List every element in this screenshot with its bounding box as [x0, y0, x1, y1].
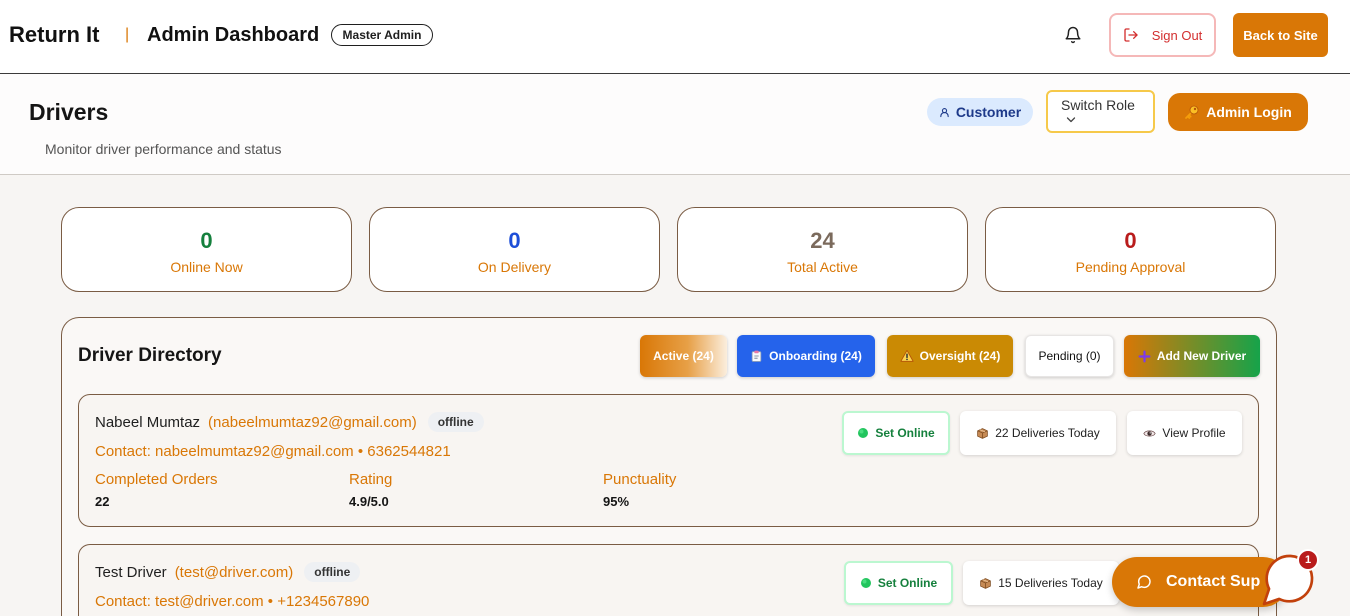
chat-icon: [1137, 575, 1151, 589]
deliveries-today-button[interactable]: 22 Deliveries Today: [960, 411, 1116, 455]
metric-completed-orders: Completed Orders 22: [95, 471, 218, 510]
driver-header: Nabeel Mumtaz (nabeelmumtaz92@gmail.com)…: [95, 411, 484, 433]
switch-role-label: Switch Role: [1061, 97, 1135, 113]
role-badge: Master Admin: [331, 24, 433, 46]
metric-punctuality: Punctuality 95%: [603, 471, 676, 510]
deliveries-today-label: 22 Deliveries Today: [995, 426, 1100, 440]
metric-label: Completed Orders: [95, 471, 218, 488]
unread-badge: 1: [1297, 549, 1319, 571]
filter-label: Pending (0): [1038, 349, 1101, 363]
admin-login-label: Admin Login: [1206, 104, 1292, 120]
filter-label: Active (24): [653, 349, 714, 363]
clipboard-icon: [751, 350, 762, 362]
driver-contact: Contact: nabeelmumtaz92@gmail.com • 6362…: [95, 443, 451, 460]
stat-label: Pending Approval: [1075, 259, 1186, 275]
stat-label: On Delivery: [477, 259, 552, 275]
sign-out-label: Sign Out: [1151, 27, 1203, 43]
contact-support-label: Contact Sup: [1166, 573, 1261, 590]
view-profile-button[interactable]: View Profile: [1127, 411, 1242, 455]
stat-value: 24: [810, 228, 835, 253]
add-new-driver-button[interactable]: Add New Driver: [1124, 335, 1260, 377]
back-to-site-label: Back to Site: [1243, 27, 1318, 43]
deliveries-today-label: 15 Deliveries Today: [998, 576, 1103, 590]
stat-card-total-active: 24 Total Active: [677, 207, 968, 292]
stat-value: 0: [200, 228, 213, 253]
status-badge: offline: [427, 412, 484, 432]
stat-value: 0: [1124, 228, 1137, 253]
directory-title: Driver Directory: [78, 345, 222, 366]
chevron-down-icon: [1066, 117, 1076, 123]
admin-drivers-screen: Return It | Admin Dashboard Master Admin…: [0, 0, 1350, 616]
filter-onboarding[interactable]: Onboarding (24): [737, 335, 875, 377]
status-badge: offline: [304, 562, 361, 582]
sign-out-icon: [1124, 28, 1138, 42]
driver-name: Nabeel Mumtaz: [95, 413, 201, 431]
deliveries-today-button[interactable]: 15 Deliveries Today: [963, 561, 1119, 605]
green-dot-icon: [858, 428, 869, 438]
admin-login-button[interactable]: Admin Login: [1168, 93, 1308, 131]
header-divider: |: [125, 26, 130, 43]
current-role-chip: Customer: [927, 98, 1033, 126]
view-profile-label: View Profile: [1162, 426, 1226, 440]
metric-label: Rating: [349, 471, 393, 488]
driver-email: (test@driver.com): [174, 563, 294, 581]
set-online-button[interactable]: Set Online: [844, 561, 953, 605]
filter-label: Oversight (24): [919, 349, 1001, 363]
stat-value: 0: [508, 228, 521, 253]
set-online-label: Set Online: [877, 576, 938, 590]
metric-label: Punctuality: [603, 471, 677, 488]
back-to-site-button[interactable]: Back to Site: [1233, 13, 1328, 57]
driver-header: Test Driver (test@driver.com) offline: [95, 561, 361, 583]
driver-contact: Contact: test@driver.com • +1234567890: [95, 593, 370, 610]
metric-value: 4.9/5.0: [349, 494, 389, 509]
package-icon: [980, 577, 991, 589]
plus-icon: [1138, 350, 1151, 362]
sign-out-button[interactable]: Sign Out: [1109, 13, 1216, 57]
key-icon: [1185, 105, 1199, 119]
page-subtitle: Monitor driver performance and status: [45, 141, 282, 157]
driver-name: Test Driver: [95, 563, 167, 581]
user-icon: [940, 107, 949, 117]
page-title: Drivers: [29, 99, 109, 125]
app-title: Admin Dashboard: [147, 24, 320, 46]
metric-value: 95%: [603, 494, 630, 509]
warning-icon: [900, 350, 914, 362]
set-online-label: Set Online: [875, 426, 935, 440]
package-icon: [977, 427, 988, 439]
stat-label: Online Now: [170, 259, 243, 275]
bell-icon[interactable]: [1064, 26, 1082, 44]
add-new-driver-label: Add New Driver: [1156, 349, 1247, 363]
eye-icon: [1143, 429, 1157, 437]
green-dot-icon: [860, 578, 871, 588]
current-role-label: Customer: [955, 104, 1022, 120]
stat-label: Total Active: [787, 259, 858, 275]
metric-value: 22: [95, 494, 110, 509]
filter-active[interactable]: Active (24): [640, 335, 727, 377]
switch-role-button[interactable]: Switch Role: [1046, 90, 1155, 133]
filter-oversight[interactable]: Oversight (24): [887, 335, 1013, 377]
stat-card-on-delivery: 0 On Delivery: [369, 207, 660, 292]
filter-pending[interactable]: Pending (0): [1025, 335, 1114, 377]
stat-card-pending-approval: 0 Pending Approval: [985, 207, 1276, 292]
stat-card-online-now: 0 Online Now: [61, 207, 352, 292]
driver-email: (nabeelmumtaz92@gmail.com): [208, 413, 417, 431]
metric-rating: Rating 4.9/5.0: [349, 471, 392, 510]
set-online-button[interactable]: Set Online: [842, 411, 950, 455]
filter-label: Onboarding (24): [769, 349, 862, 363]
brand-logo[interactable]: Return It: [9, 22, 99, 48]
